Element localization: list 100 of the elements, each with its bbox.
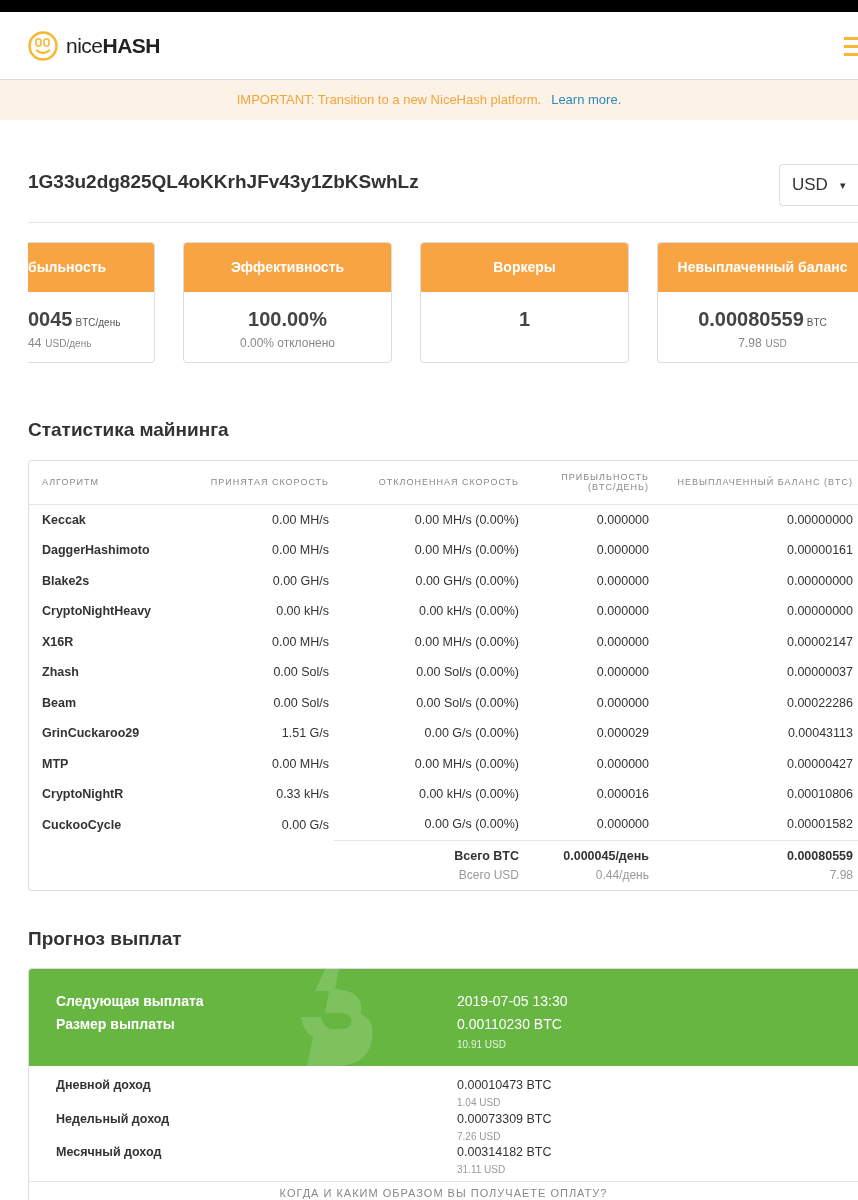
table-cell-text: X16R (41, 633, 75, 651)
table-cell-text: 0.000000 (595, 633, 650, 651)
table-cell-text: MTP (41, 755, 70, 773)
column-header: НЕВЫПЛАЧЕННЫЙ БАЛАНС (BTC) (654, 460, 858, 505)
table-cell: 0.00 MH/s (184, 504, 334, 536)
table-cell-text: Blake2s (41, 572, 91, 590)
income-btc: 0.00314182 BTC (457, 1144, 552, 1162)
total-cell-text: 7.98 (828, 866, 854, 884)
table-cell-text: 0.00000427 (785, 755, 854, 773)
column-header: АЛГОРИТМ (29, 460, 184, 505)
table-cell: 0.00 G/s (184, 809, 334, 841)
table-cell-text: 0.000016 (595, 786, 650, 804)
table-cell-text: DaggerHashimoto (41, 542, 151, 560)
table-cell: 0.000000 (524, 809, 654, 841)
stat-subunit: USD/день (45, 338, 92, 349)
table-cell-text: 0.00 Sol/s (272, 694, 330, 712)
table-cell: 0.00 MH/s (0.00%) (334, 504, 524, 536)
table-cell-text: 0.00022286 (785, 694, 854, 712)
stat-subvalue: 7.98 (738, 336, 762, 350)
table-cell: 0.00000000 (654, 504, 858, 536)
column-header: ПРИНЯТАЯ СКОРОСТЬ (184, 460, 334, 505)
payout-info-link[interactable]: КОГДА И КАКИМ ОБРАЗОМ ВЫ ПОЛУЧАЕТЕ ОПЛАТУ? (279, 1186, 608, 1199)
table-cell-text: 0.00 Sol/s (272, 664, 330, 682)
total-cell: 0.000045/день (524, 840, 654, 866)
payout-size-value: 0.00110230 BTC (457, 1015, 563, 1035)
income-label: Месячный доход (56, 1144, 163, 1162)
column-header: ОТКЛОНЕННАЯ СКОРОСТЬ (334, 460, 524, 505)
stat-value: 0045 (28, 308, 73, 330)
income-usd: 31.11 USD (457, 1163, 507, 1178)
table-cell-text: 0.00 kH/s (0.00%) (417, 786, 520, 804)
table-cell-text: 0.00 kH/s (0.00%) (417, 603, 520, 621)
table-cell-text: 0.00000161 (785, 542, 854, 560)
smiley-logo-icon[interactable] (28, 30, 58, 61)
menu-icon[interactable] (842, 34, 858, 57)
table-cell-text: 0.00 G/s (0.00%) (423, 725, 520, 743)
column-header: ПРИБЫЛЬНОСТЬ (BTC/ДЕНЬ) (524, 460, 654, 505)
table-cell: 0.00001582 (654, 809, 858, 841)
table-cell-text: 0.00010806 (785, 786, 854, 804)
table-cell-text: 0.00000000 (785, 603, 854, 621)
card-header: быльность (28, 243, 154, 292)
income-btc: 0.00073309 BTC (457, 1110, 552, 1128)
stat-unit: BTC/день (75, 317, 121, 328)
table-cell-text: GrinCuckaroo29 (41, 725, 141, 743)
income-btc: 0.00010473 BTC (457, 1077, 552, 1095)
learn-more-link[interactable]: Learn more. (551, 90, 622, 110)
section-title: Прогноз выплат (28, 927, 183, 951)
table-cell-text: 0.000000 (595, 542, 650, 560)
section-title: Статистика майнинга (28, 419, 230, 442)
table-cell-text: 0.000000 (595, 572, 650, 590)
table-cell-text: CryptoNightR (41, 786, 125, 804)
total-cell: 0.00080559 (654, 840, 858, 866)
table-cell-text: 0.00 MH/s (271, 755, 330, 773)
table-cell-text: 0.000000 (595, 694, 650, 712)
logo-text[interactable]: niceHASH (66, 29, 161, 62)
table-cell-text: 0.00000037 (785, 664, 854, 682)
wallet-address: 1G33u2dg825QL4oKKrhJFv43y1ZbKSwhLz (28, 170, 419, 194)
stat-subvalue: 44 (28, 336, 42, 350)
table-cell-text: 0.00 MH/s (271, 633, 330, 651)
table-cell-text: 1.51 G/s (280, 725, 330, 743)
total-label: Всего USD (457, 866, 520, 884)
stat-subunit: USD (765, 338, 787, 349)
next-payout-date: 2019-07-05 13:30 (457, 992, 568, 1012)
table-cell-text: 0.00043113 (786, 725, 854, 743)
table-cell-text: 0.00002147 (785, 633, 854, 651)
table-cell-text: 0.00 MH/s (0.00%) (413, 755, 520, 773)
table-cell-text: 0.00 MH/s (271, 542, 330, 560)
currency-select[interactable]: USD ▾ (779, 164, 858, 206)
next-payout-label: Следующая выплата (56, 992, 205, 1012)
income-label: Дневной доход (56, 1077, 152, 1095)
table-cell-text: 0.00 GH/s (0.00%) (414, 572, 520, 590)
table-cell-text: 0.000029 (595, 725, 650, 743)
payout-size-label: Размер выплаты (56, 1015, 176, 1035)
stat-value: 0.00080559 (698, 308, 804, 330)
table-cell-text: 0.000000 (595, 603, 650, 621)
table-cell-text: 0.000000 (595, 664, 650, 682)
table-cell-text: 0.00 GH/s (271, 572, 330, 590)
income-usd: 7.26 USD (457, 1129, 502, 1144)
table-cell-text: CuckooCycle (41, 816, 123, 834)
payout-usd-value: 10.91 USD (457, 1038, 507, 1053)
stat-value: 100.00% (248, 308, 327, 330)
table-cell: Keccak (29, 504, 184, 536)
income-label: Недельный доход (56, 1110, 171, 1128)
table-cell-text: 0.00 Sol/s (0.00%) (415, 664, 520, 682)
total-cell-text: 0.44/день (594, 866, 650, 884)
card-header: Невыплаченный баланс (658, 243, 858, 292)
table-cell-text: 0.000000 (595, 755, 650, 773)
table-cell-text: CryptoNightHeavy (41, 603, 153, 621)
table-cell-text: Beam (41, 694, 78, 712)
stat-value: 1 (518, 308, 531, 330)
table-cell: 0.00 G/s (0.00%) (334, 809, 524, 841)
table-cell-text: 0.00 kH/s (275, 603, 330, 621)
stat-unit: BTC (806, 317, 827, 328)
total-label: Всего BTC (334, 840, 524, 866)
table-cell-text: 0.00000000 (785, 572, 854, 590)
card-header: Воркеры (421, 243, 628, 292)
table-cell-text: 0.00 Sol/s (0.00%) (415, 694, 520, 712)
stat-subvalue: 0.00% отклонено (239, 336, 336, 350)
table-cell-text: 0.00 MH/s (0.00%) (413, 542, 520, 560)
card-header: Эффективность (184, 243, 391, 292)
table-cell-text: 0.33 kH/s (275, 786, 330, 804)
